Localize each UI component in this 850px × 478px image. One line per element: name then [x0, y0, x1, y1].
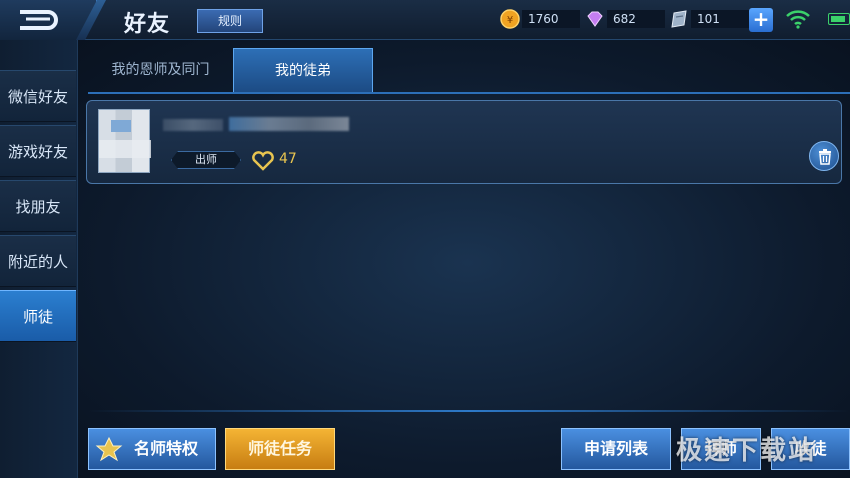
diamond-value: 682 [607, 10, 665, 28]
diamond-currency: 682 [585, 9, 665, 29]
intimacy-value: 47 [279, 151, 297, 167]
gold-currency: ¥ 1760 [500, 9, 580, 29]
divider [88, 410, 850, 412]
diamond-icon [587, 11, 603, 27]
sidebar-item-mentorship[interactable]: 师徒 [0, 290, 76, 342]
gold-value: 1760 [522, 10, 580, 28]
sidebar-item-game-friends[interactable]: 游戏好友 [0, 125, 76, 177]
voucher-value: 101 [691, 10, 749, 28]
battery-icon [828, 13, 850, 25]
voucher-currency: 101 [669, 9, 749, 29]
blurred-name-detail [229, 117, 349, 131]
watermark: 极速下载站 [676, 436, 817, 466]
delete-button[interactable] [809, 141, 839, 171]
status-badge: 出师 [171, 151, 241, 169]
crown-badge-icon [95, 436, 123, 462]
application-list-button[interactable]: 申请列表 [561, 428, 671, 470]
gold-coin-icon: ¥ [500, 9, 520, 29]
rules-button[interactable]: 规则 [197, 9, 263, 33]
svg-text:¥: ¥ [507, 15, 513, 26]
top-bar: 好友 规则 ¥ 1760 682 101 + [0, 0, 850, 40]
tab-bar: 我的恩师及同门 我的徒弟 [88, 44, 850, 94]
voucher-icon [671, 10, 687, 28]
add-currency-button[interactable]: + [749, 8, 773, 32]
famous-master-button[interactable]: 名师特权 [88, 428, 216, 470]
mentorship-tasks-button[interactable]: 师徒任务 [225, 428, 335, 470]
sidebar-item-wechat-friends[interactable]: 微信好友 [0, 70, 76, 122]
tab-my-master[interactable]: 我的恩师及同门 [88, 48, 233, 92]
page-title: 好友 [124, 12, 171, 37]
trash-icon [819, 149, 831, 165]
list-item[interactable]: 出师 47 [86, 100, 842, 184]
blurred-name [163, 119, 223, 131]
famous-master-label: 名师特权 [133, 439, 198, 458]
heart-icon [252, 151, 274, 171]
sidebar-item-nearby[interactable]: 附近的人 [0, 235, 76, 287]
back-arrow-icon [20, 10, 58, 30]
avatar[interactable] [98, 109, 151, 173]
sidebar: 微信好友 游戏好友 找朋友 附近的人 师徒 [0, 40, 78, 478]
tab-my-apprentices[interactable]: 我的徒弟 [233, 48, 373, 92]
wifi-icon [786, 10, 810, 29]
sidebar-item-find-friends[interactable]: 找朋友 [0, 180, 76, 232]
